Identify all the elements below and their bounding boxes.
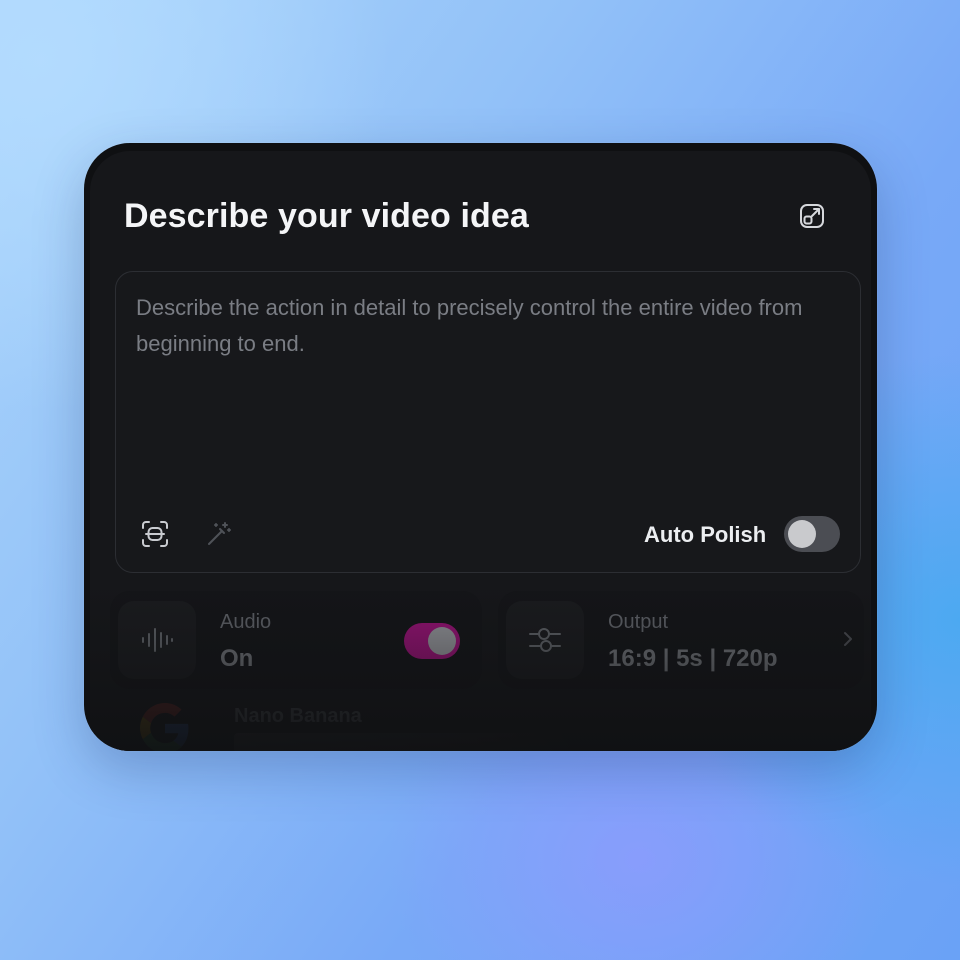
sliders-icon [529, 628, 561, 652]
audio-toggle[interactable] [404, 623, 460, 659]
settings-area: Audio On Output 16:9 | 5s | 720p Nano Ba… [90, 581, 871, 751]
output-setting-card[interactable]: Output 16:9 | 5s | 720p [498, 591, 864, 689]
audio-label: Audio [220, 611, 272, 633]
card-panel: Describe your video idea Describe the ac… [90, 151, 871, 751]
output-label: Output [608, 611, 669, 633]
model-row[interactable]: Nano Banana [110, 699, 710, 751]
google-icon [140, 703, 189, 751]
audio-icon-tile [118, 601, 196, 679]
toggle-knob [788, 520, 816, 548]
chevron-right-icon [838, 627, 858, 651]
toggle-knob [428, 627, 456, 655]
audio-value: On [220, 645, 254, 672]
output-icon-tile [506, 601, 584, 679]
model-description-placeholder [234, 733, 574, 751]
auto-polish-toggle[interactable] [784, 516, 840, 552]
scan-button[interactable] [137, 516, 173, 552]
model-name: Nano Banana [234, 705, 362, 727]
scan-icon [142, 521, 168, 547]
audio-setting-card: Audio On [110, 591, 482, 689]
prompt-box: Auto Polish [115, 271, 861, 573]
magic-wand-button[interactable] [201, 516, 237, 552]
magic-wand-icon [208, 522, 231, 545]
output-value: 16:9 | 5s | 720p [608, 645, 778, 672]
expand-button[interactable] [793, 197, 831, 235]
video-idea-card: Describe your video idea Describe the ac… [84, 143, 877, 751]
prompt-input[interactable] [136, 290, 836, 480]
expand-icon [800, 204, 824, 228]
auto-polish-label: Auto Polish [644, 522, 767, 547]
waveform-icon [142, 628, 173, 652]
page-title: Describe your video idea [124, 197, 529, 235]
